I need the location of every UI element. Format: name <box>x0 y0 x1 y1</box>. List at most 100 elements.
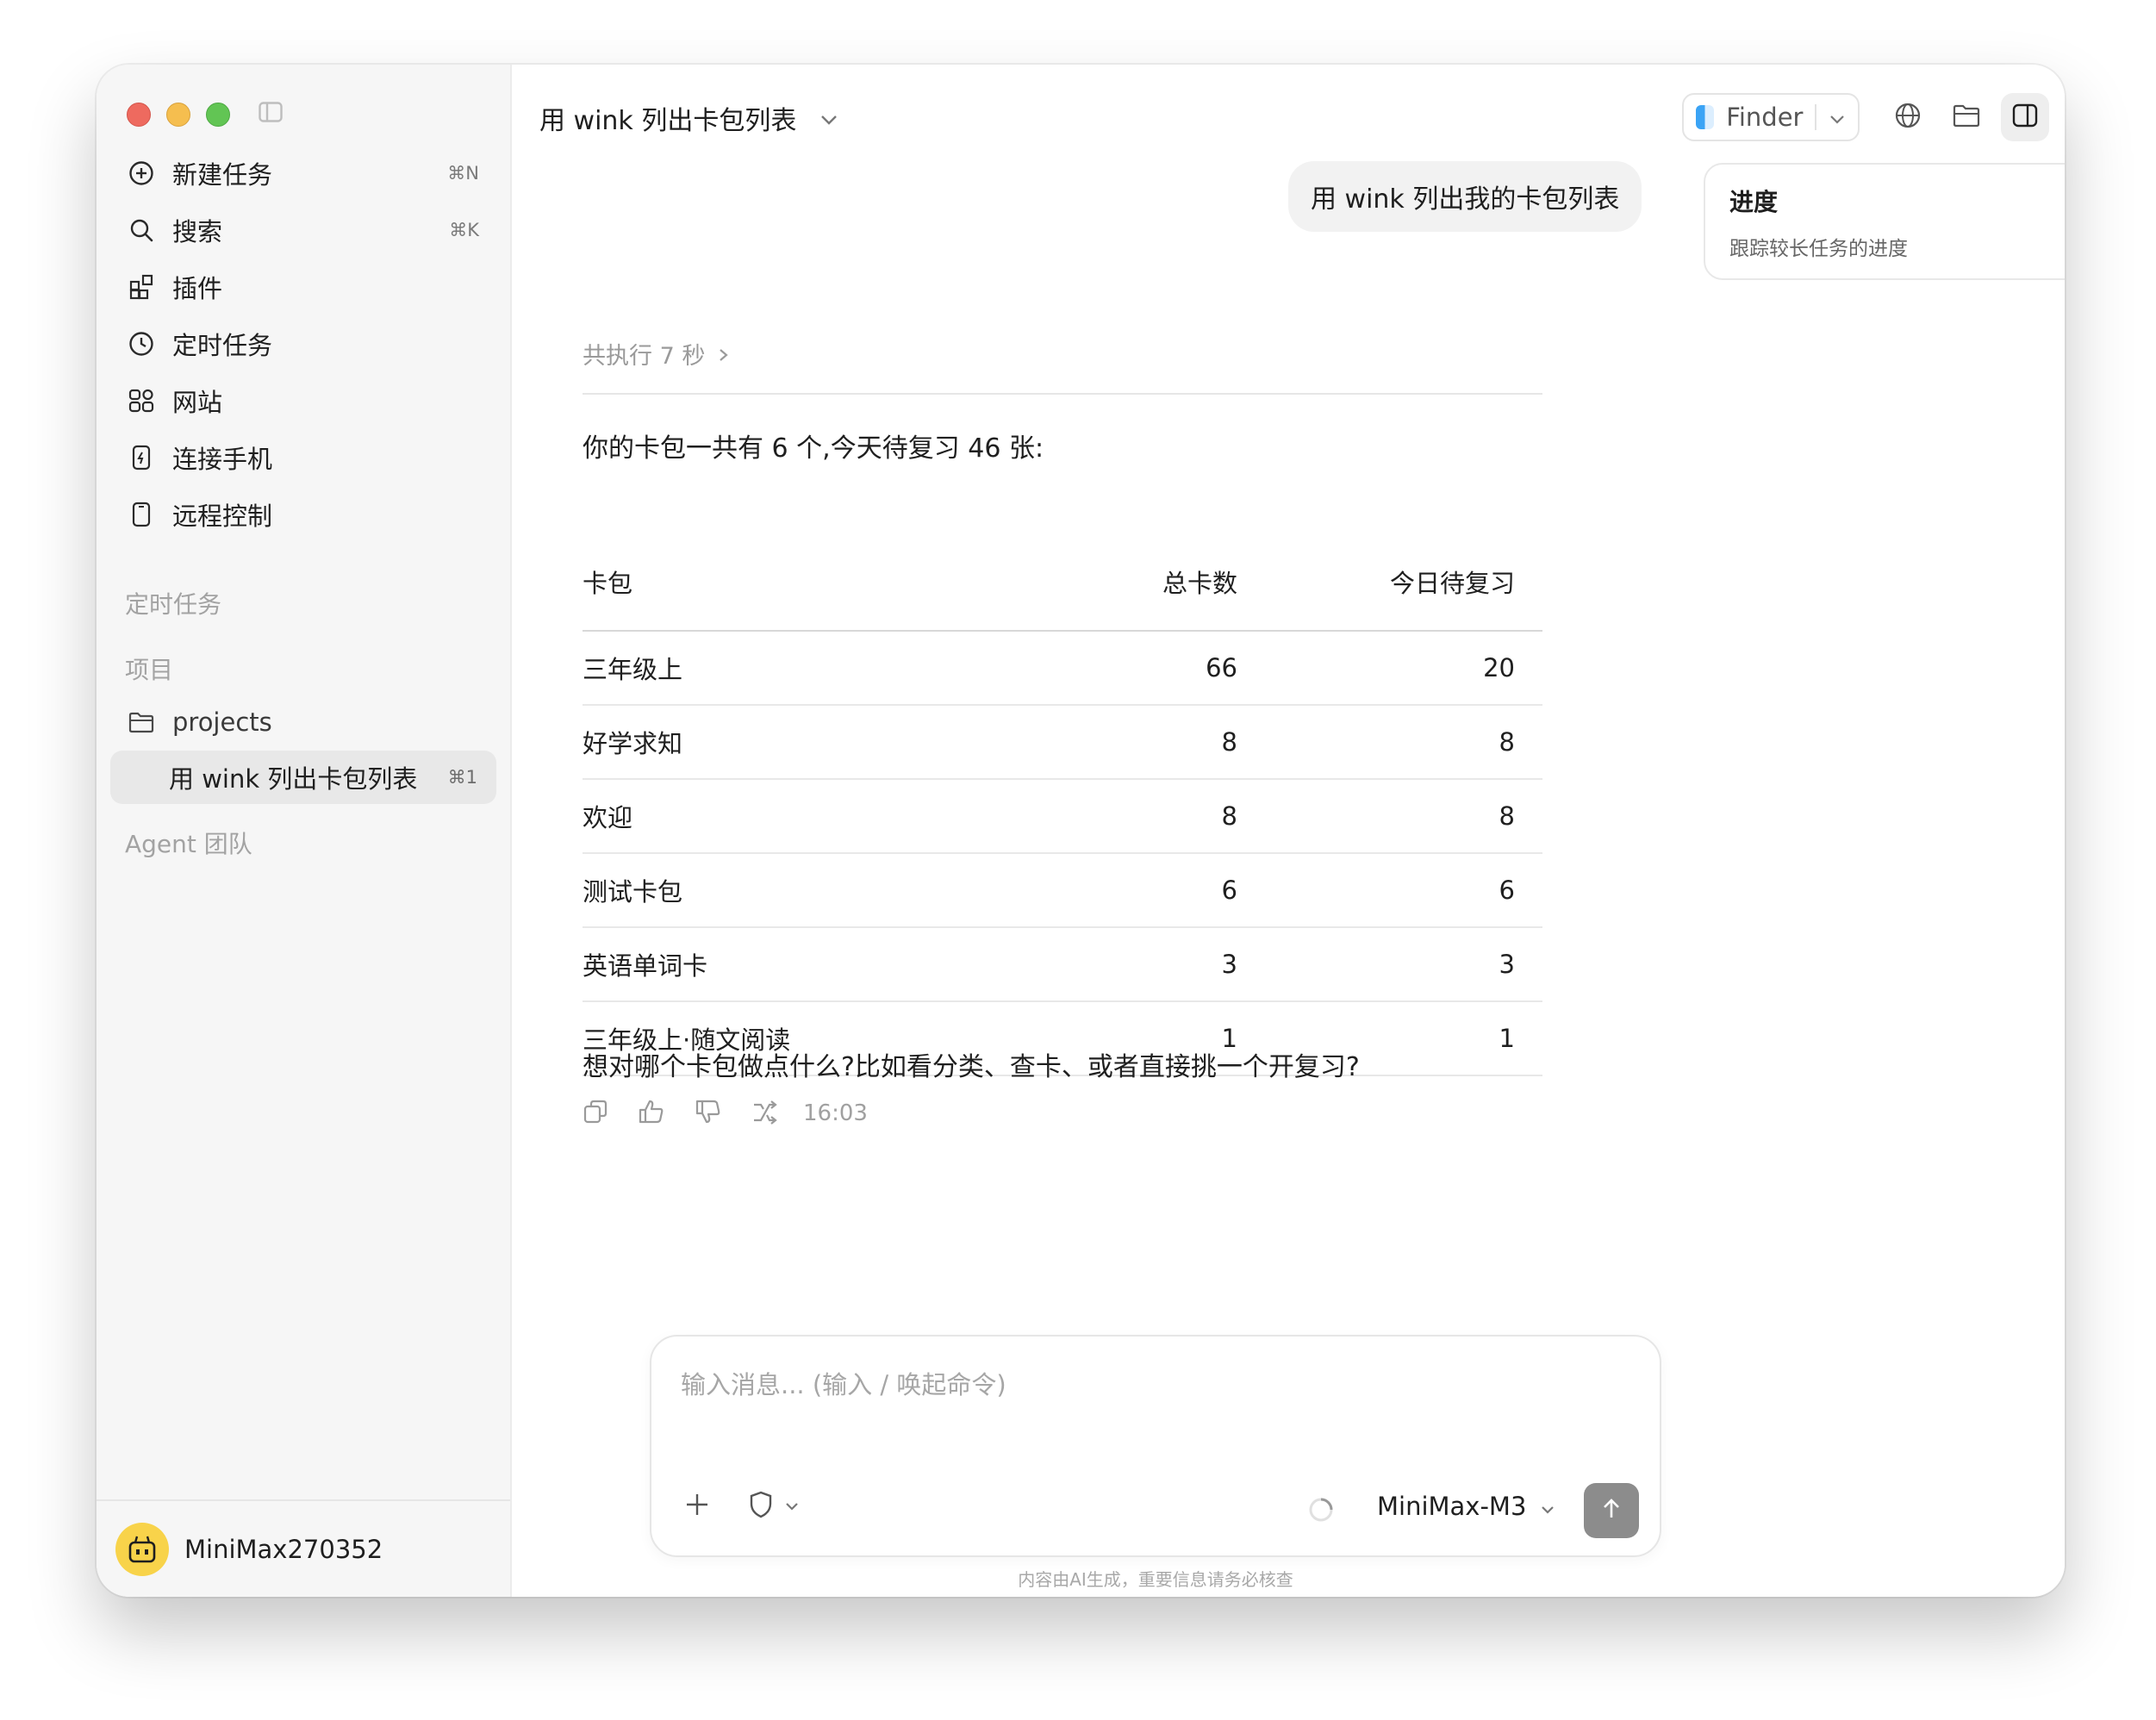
sidebar: 新建任务 ⌘N 搜索 ⌘K 插件 定时任务 网站 连接手机 远程控制 定时任务 … <box>97 65 512 1597</box>
table-cell: 20 <box>1237 631 1542 706</box>
sidebar-item-plugins[interactable]: 插件 <box>114 259 493 315</box>
task-title-dropdown[interactable]: 用 wink 列出卡包列表 <box>539 99 839 137</box>
zoom-window-button[interactable] <box>206 103 230 127</box>
section-scheduled-header[interactable]: 定时任务 <box>125 586 221 620</box>
sidebar-item-label: 搜索 <box>172 217 223 246</box>
send-button[interactable] <box>1584 1483 1639 1538</box>
app-window: 新建任务 ⌘N 搜索 ⌘K 插件 定时任务 网站 连接手机 远程控制 定时任务 … <box>97 65 2065 1597</box>
divider <box>583 393 1542 395</box>
ai-disclaimer: 内容由AI生成，重要信息请务必核查 <box>1018 1569 1293 1590</box>
table-row: 测试卡包 6 6 <box>583 853 1542 928</box>
execution-time: 共执行 7 秒 <box>583 343 706 370</box>
window-controls <box>127 103 230 127</box>
right-panel-toggle-button[interactable] <box>2001 93 2049 141</box>
section-projects-header[interactable]: 项目 <box>125 651 173 686</box>
chevron-down-icon <box>819 103 839 134</box>
sidebar-item-new-task[interactable]: 新建任务 ⌘N <box>114 145 493 202</box>
plus-circle-icon <box>128 159 155 187</box>
add-attachment-button[interactable] <box>684 1492 710 1521</box>
phone-icon <box>128 444 155 471</box>
folder-icon <box>128 711 155 733</box>
sidebar-item-label: 网站 <box>172 388 223 417</box>
chevron-right-icon <box>718 343 730 370</box>
assistant-intro: 你的卡包一共有 6 个,今天待复习 46 张: <box>583 433 1044 464</box>
table-cell: 3 <box>1065 927 1237 1002</box>
share-icon[interactable] <box>751 1099 779 1128</box>
table-cell: 欢迎 <box>583 779 1065 854</box>
message-input[interactable] <box>679 1369 1630 1400</box>
sidebar-item-label: 定时任务 <box>172 331 273 360</box>
model-selector[interactable]: MiniMax-M3 <box>1377 1492 1555 1521</box>
sidebar-item-label: 远程控制 <box>172 502 273 531</box>
message-actions: 16:03 <box>583 1099 868 1128</box>
main-panel: 用 wink 列出卡包列表 Finder 用 wink 列出我的卡包列表 进度 … <box>512 65 2065 1597</box>
deck-table: 卡包 总卡数 今日待复习 三年级上 66 20 好学求知 8 8 欢迎 8 8 … <box>583 533 1542 1076</box>
table-cell: 66 <box>1065 631 1237 706</box>
sidebar-item-label: 新建任务 <box>172 160 273 190</box>
table-header-row: 卡包 总卡数 今日待复习 <box>583 533 1542 632</box>
close-window-button[interactable] <box>127 103 151 127</box>
table-cell: 8 <box>1237 705 1542 780</box>
column-header: 总卡数 <box>1065 533 1237 632</box>
table-cell: 8 <box>1065 705 1237 780</box>
assistant-question: 想对哪个卡包做点什么?比如看分类、查卡、或者直接挑一个开复习? <box>583 1052 1360 1082</box>
table-cell: 三年级上 <box>583 631 1065 706</box>
table-cell: 6 <box>1065 853 1237 928</box>
globe-icon <box>1894 102 1922 133</box>
divider <box>1815 104 1816 130</box>
sidebar-item-label: 插件 <box>172 274 223 303</box>
user-profile[interactable]: MiniMax270352 <box>97 1499 510 1597</box>
table-cell: 8 <box>1065 779 1237 854</box>
model-label: MiniMax-M3 <box>1377 1492 1527 1521</box>
folder-icon <box>1953 103 1980 131</box>
table-cell: 测试卡包 <box>583 853 1065 928</box>
table-row: 三年级上 66 20 <box>583 631 1542 706</box>
chevron-down-icon <box>1540 1492 1555 1521</box>
user-message: 用 wink 列出我的卡包列表 <box>1288 161 1642 232</box>
shortcut-hint: ⌘K <box>449 220 479 240</box>
sidebar-item-connect-phone[interactable]: 连接手机 <box>114 429 493 486</box>
section-agents-header[interactable]: Agent 团队 <box>125 826 252 860</box>
search-icon <box>128 216 155 244</box>
sidebar-toggle-icon[interactable] <box>259 102 283 122</box>
chevron-down-icon[interactable] <box>1829 103 1846 132</box>
folder-button[interactable] <box>1942 93 1991 141</box>
sidebar-item-website[interactable]: 网站 <box>114 372 493 429</box>
column-header: 今日待复习 <box>1237 533 1542 632</box>
sidebar-item-current-task[interactable]: 用 wink 列出卡包列表 ⌘1 <box>110 751 496 804</box>
execution-time-toggle[interactable]: 共执行 7 秒 <box>583 337 730 371</box>
shortcut-hint: ⌘1 <box>447 767 477 788</box>
sidebar-item-scheduled[interactable]: 定时任务 <box>114 315 493 372</box>
thumbs-up-icon[interactable] <box>638 1099 665 1128</box>
finder-label: Finder <box>1726 103 1804 132</box>
progress-panel[interactable]: 进度 跟踪较长任务的进度 <box>1704 163 2065 280</box>
arrow-up-icon <box>1598 1496 1624 1525</box>
shortcut-hint: ⌘N <box>447 163 479 184</box>
table-row: 英语单词卡 3 3 <box>583 927 1542 1002</box>
minimize-window-button[interactable] <box>166 103 190 127</box>
table-row: 欢迎 8 8 <box>583 779 1542 854</box>
sidebar-item-label: 连接手机 <box>172 445 273 474</box>
globe-button[interactable] <box>1884 93 1932 141</box>
right-panel-icon <box>2012 103 2038 131</box>
sidebar-item-remote-control[interactable]: 远程控制 <box>114 486 493 543</box>
message-composer: MiniMax-M3 <box>650 1335 1661 1557</box>
column-header: 卡包 <box>583 533 1065 632</box>
thumbs-down-icon[interactable] <box>695 1099 722 1128</box>
progress-subtitle: 跟踪较长任务的进度 <box>1729 238 1908 260</box>
table-cell: 6 <box>1237 853 1542 928</box>
table-cell: 3 <box>1237 927 1542 1002</box>
chevron-down-icon <box>784 1499 800 1515</box>
tablet-icon <box>128 501 155 528</box>
message-time: 16:03 <box>803 1100 868 1126</box>
progress-title: 进度 <box>1729 188 1779 216</box>
sidebar-item-search[interactable]: 搜索 ⌘K <box>114 202 493 259</box>
plugin-icon <box>128 273 155 301</box>
avatar <box>115 1522 169 1576</box>
copy-icon[interactable] <box>583 1099 608 1128</box>
table-cell: 8 <box>1237 779 1542 854</box>
finder-button[interactable]: Finder <box>1682 93 1860 141</box>
table-row: 好学求知 8 8 <box>583 705 1542 780</box>
sidebar-item-project[interactable]: projects <box>114 696 493 748</box>
permission-dropdown[interactable] <box>748 1490 800 1523</box>
